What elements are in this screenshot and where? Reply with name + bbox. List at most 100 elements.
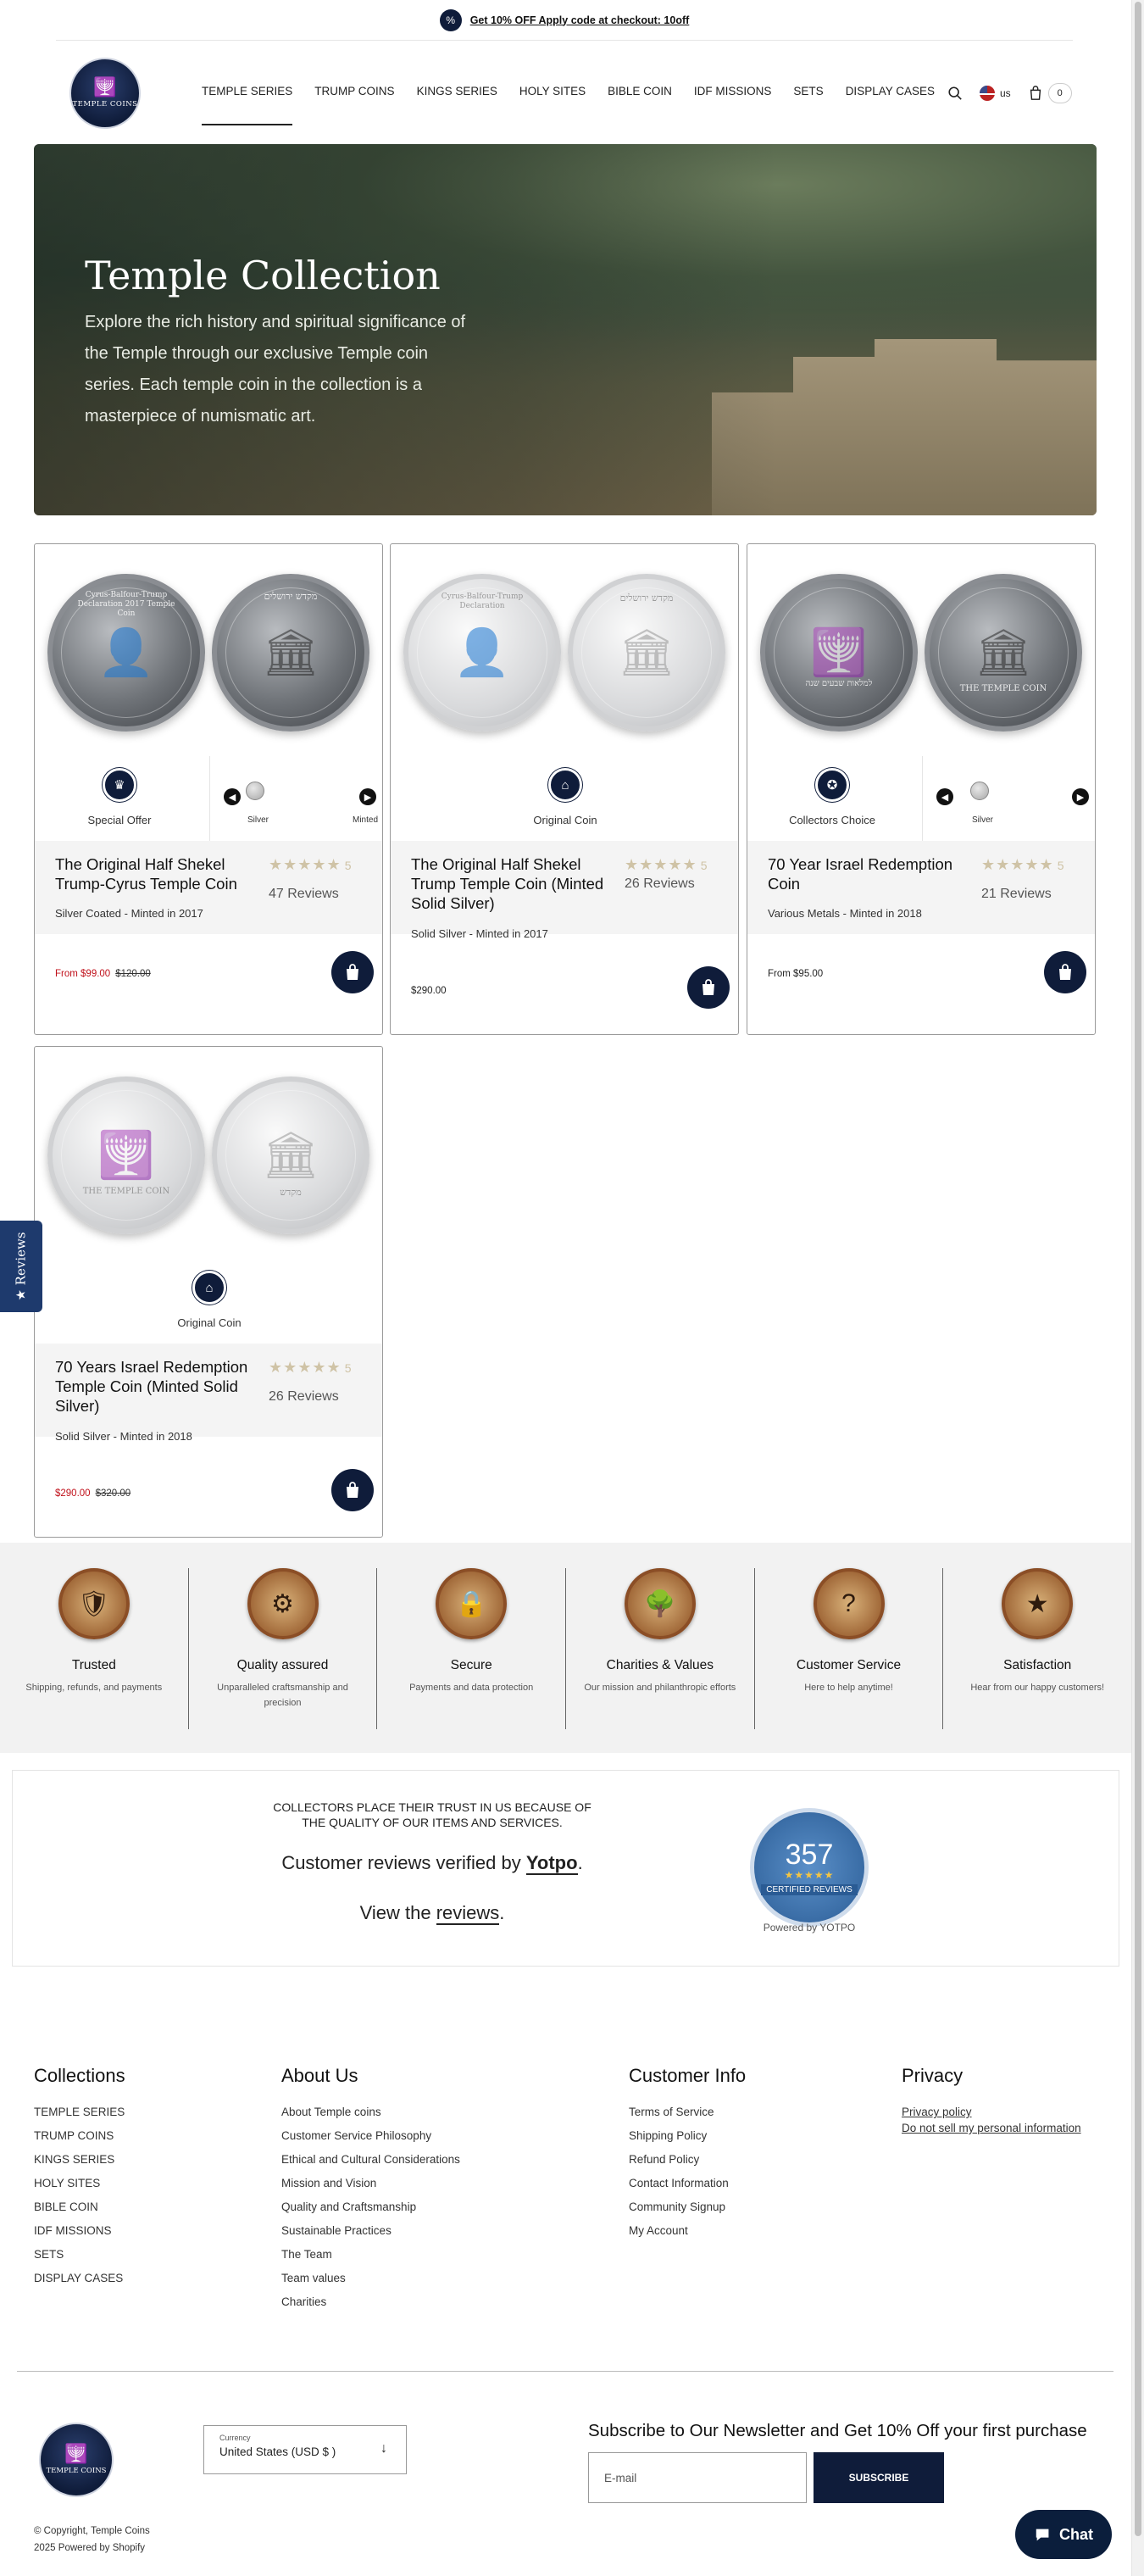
chevron-right-icon[interactable]: ▶ — [359, 788, 376, 805]
nav-sets[interactable]: SETS — [793, 85, 823, 97]
star-rating: ★★★★★ 5 — [981, 856, 1065, 873]
footer-link[interactable]: KINGS SERIES — [34, 2153, 125, 2166]
nav-trump-coins[interactable]: TRUMP COINS — [314, 85, 394, 97]
chevron-left-icon[interactable]: ◀ — [936, 788, 953, 805]
trust-item[interactable]: ? Customer Service Here to help anytime! — [755, 1568, 944, 1729]
footer-link[interactable]: DISPLAY CASES — [34, 2272, 125, 2284]
chevron-left-icon[interactable]: ◀ — [224, 788, 241, 805]
search-icon[interactable] — [947, 86, 963, 101]
footer-link[interactable]: Shipping Policy — [629, 2129, 746, 2142]
product-title[interactable]: The Original Half Shekel Trump Temple Co… — [411, 854, 614, 913]
nav-bible-coin[interactable]: BIBLE COIN — [608, 85, 672, 97]
trust-item[interactable]: ★ Satisfaction Hear from our happy custome… — [943, 1568, 1131, 1729]
product-image[interactable]: 🕎 THE TEMPLE COIN 🏛 מקדש — [35, 1054, 382, 1257]
review-count[interactable]: 26 Reviews — [269, 1389, 339, 1405]
review-count[interactable]: 47 Reviews — [269, 887, 339, 902]
add-to-cart-button[interactable] — [331, 1469, 374, 1511]
privacy-policy-link[interactable]: Privacy policy — [902, 2106, 1081, 2118]
badge-label: Original Coin — [533, 814, 597, 826]
product-title[interactable]: 70 Year Israel Redemption Coin — [768, 854, 971, 893]
footer-link[interactable]: Charities — [281, 2295, 460, 2308]
swatch-silver[interactable] — [246, 782, 264, 800]
hero-title: Temple Collection — [85, 253, 441, 298]
nav-display-cases[interactable]: DISPLAY CASES — [846, 85, 935, 97]
footer-logo[interactable]: 🕎 TEMPLE COINS — [39, 2423, 114, 2497]
yotpo-link[interactable]: Yotpo — [525, 1852, 578, 1875]
scrollbar-thumb[interactable] — [1135, 2, 1141, 2536]
product-info: The Original Half Shekel Trump Temple Co… — [391, 841, 738, 940]
product-badge: ♛ Special Offer — [35, 756, 204, 841]
trust-item[interactable]: ⚙ Quality assured Unparalleled craftsmansh… — [189, 1568, 378, 1729]
add-to-cart-button[interactable] — [1044, 951, 1086, 993]
product-image[interactable]: 👤 Cyrus-Balfour-Trump Declaration 2017 Te… — [35, 551, 382, 754]
site-logo[interactable]: 🕎 TEMPLE COINS — [69, 58, 141, 129]
product-card[interactable]: 👤 Cyrus-Balfour-Trump Declaration 2017 Te… — [34, 543, 383, 1035]
trust-item[interactable]: 🔒 Secure Payments and data protection — [377, 1568, 567, 1729]
email-input[interactable]: E-mail — [588, 2452, 807, 2503]
footer-link[interactable]: Mission and Vision — [281, 2177, 460, 2189]
variant-swatches: ◀ Silver Minted ▶ — [209, 756, 382, 841]
trust-title: Quality assured — [236, 1658, 329, 1672]
announcement-link[interactable]: Get 10% OFF Apply code at checkout: 10of… — [470, 14, 690, 26]
footer-link[interactable]: My Account — [629, 2224, 746, 2237]
product-image[interactable]: 🕎 למלאות שבעים שנה 🏛 THE TEMPLE COIN — [747, 551, 1095, 754]
chevron-right-icon[interactable]: ▶ — [1072, 788, 1089, 805]
verified-text: Customer reviews verified by Yotpo. — [281, 1852, 583, 1875]
nav-idf-missions[interactable]: IDF MISSIONS — [694, 85, 772, 97]
add-to-cart-button[interactable] — [687, 966, 730, 1009]
shopping-bag-icon — [1059, 964, 1071, 980]
trust-text: Shipping, refunds, and payments — [25, 1683, 163, 1693]
product-card[interactable]: 🕎 THE TEMPLE COIN 🏛 מקדש ⌂ Original Coin 7… — [34, 1046, 383, 1538]
reviews-side-tab[interactable]: ★ Reviews — [0, 1221, 42, 1312]
main-menu: TEMPLE SERIES TRUMP COINS KINGS SERIES H… — [202, 85, 935, 125]
trust-item[interactable]: 🛡 Trusted Shipping, refunds, and payments — [0, 1568, 189, 1729]
footer-link[interactable]: Terms of Service — [629, 2106, 746, 2118]
product-title[interactable]: 70 Years Israel Redemption Temple Coin (… — [55, 1357, 258, 1416]
variant-swatches: ◀ Silver ▶ — [922, 756, 1095, 841]
chat-button[interactable]: Chat — [1015, 2510, 1112, 2559]
product-image[interactable]: 👤 Cyrus-Balfour-Trump Declaration 🏛 מקדש י… — [391, 551, 738, 754]
footer-link[interactable]: Ethical and Cultural Considerations — [281, 2153, 460, 2166]
footer-link[interactable]: Contact Information — [629, 2177, 746, 2189]
footer-link[interactable]: Community Signup — [629, 2200, 746, 2213]
original-badge-icon: ⌂ — [192, 1271, 226, 1305]
powered-by-shopify[interactable]: 2025 Powered by Shopify — [34, 2540, 150, 2557]
footer-link[interactable]: TRUMP COINS — [34, 2129, 125, 2142]
footer-link[interactable]: SETS — [34, 2248, 125, 2261]
footer-link[interactable]: Quality and Craftsmanship — [281, 2200, 460, 2213]
logo-text: TEMPLE COINS — [72, 100, 138, 108]
page-scrollbar[interactable] — [1131, 0, 1144, 2576]
currency-selector[interactable]: Currency United States (USD $ ) ↓ — [203, 2425, 407, 2474]
product-card[interactable]: 🕎 למלאות שבעים שנה 🏛 THE TEMPLE COIN ✪ Col… — [747, 543, 1096, 1035]
footer-link[interactable]: About Temple coins — [281, 2106, 460, 2118]
reviews-link[interactable]: reviews — [436, 1902, 500, 1925]
footer-link[interactable]: Sustainable Practices — [281, 2224, 460, 2237]
review-count[interactable]: 21 Reviews — [981, 887, 1052, 902]
do-not-sell-link[interactable]: Do not sell my personal information — [902, 2122, 1081, 2134]
swatch-silver[interactable] — [970, 782, 989, 800]
trust-item[interactable]: 🌳 Charities & Values Our mission and phila… — [566, 1568, 755, 1729]
support-icon: ? — [813, 1568, 885, 1639]
nav-kings-series[interactable]: KINGS SERIES — [417, 85, 497, 97]
product-card[interactable]: 👤 Cyrus-Balfour-Trump Declaration 🏛 מקדש י… — [390, 543, 739, 1035]
cart-button[interactable]: 0 — [1028, 83, 1072, 103]
region-selector[interactable]: us — [980, 86, 1011, 101]
view-reviews-text: View the reviews. — [359, 1902, 505, 1925]
coin-front-image: 🕎 למלאות שבעים שנה — [760, 574, 918, 732]
review-count[interactable]: 26 Reviews — [625, 876, 695, 892]
footer-link[interactable]: HOLY SITES — [34, 2177, 125, 2189]
footer-link[interactable]: The Team — [281, 2248, 460, 2261]
add-to-cart-button[interactable] — [331, 951, 374, 993]
footer-link[interactable]: Team values — [281, 2272, 460, 2284]
footer-link[interactable]: Customer Service Philosophy — [281, 2129, 460, 2142]
trust-text: Payments and data protection — [409, 1683, 534, 1693]
footer-link[interactable]: IDF MISSIONS — [34, 2224, 125, 2237]
nav-holy-sites[interactable]: HOLY SITES — [519, 85, 586, 97]
product-title[interactable]: The Original Half Shekel Trump-Cyrus Tem… — [55, 854, 258, 893]
footer-link[interactable]: TEMPLE SERIES — [34, 2106, 125, 2118]
certified-reviews-seal[interactable]: 357 ★★★★★ CERTIFIED REVIEWS — [750, 1808, 869, 1927]
footer-link[interactable]: BIBLE COIN — [34, 2200, 125, 2213]
subscribe-button[interactable]: SUBSCRIBE — [814, 2452, 944, 2503]
nav-temple-series[interactable]: TEMPLE SERIES — [202, 85, 293, 125]
footer-link[interactable]: Refund Policy — [629, 2153, 746, 2166]
